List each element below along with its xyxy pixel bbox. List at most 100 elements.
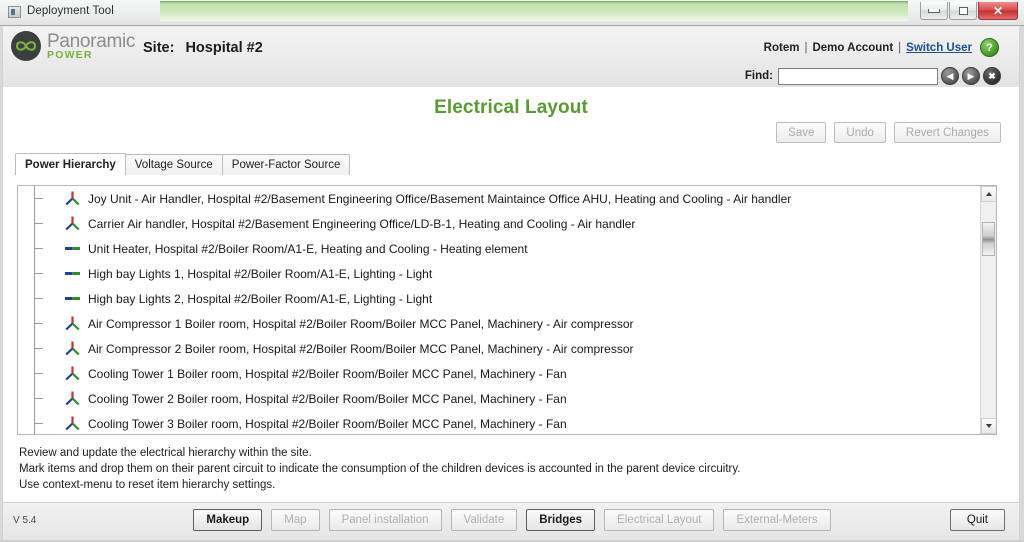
app-icon xyxy=(8,6,21,18)
table-row[interactable]: High bay Lights 2, Hospital #2/Boiler Ro… xyxy=(18,286,980,311)
table-row[interactable]: Unit Heater, Hospital #2/Boiler Room/A1-… xyxy=(18,236,980,261)
find-clear-icon[interactable]: ✖ xyxy=(983,67,1001,85)
three-phase-icon xyxy=(63,415,82,432)
row-label: High bay Lights 2, Hospital #2/Boiler Ro… xyxy=(88,291,433,306)
nav-button-external-meters[interactable]: External-Meters xyxy=(723,509,831,531)
row-label: Air Compressor 1 Boiler room, Hospital #… xyxy=(88,316,634,331)
tree-branch xyxy=(34,248,43,249)
tree-branch xyxy=(34,373,43,374)
tab-power-hierarchy[interactable]: Power Hierarchy xyxy=(15,153,126,175)
find-previous-icon[interactable]: ◀ xyxy=(941,67,959,85)
scroll-down-button[interactable] xyxy=(981,418,996,434)
three-phase-icon xyxy=(63,340,82,357)
table-row[interactable]: Carrier Air handler, Hospital #2/Basemen… xyxy=(18,211,980,236)
tab-power-factor-source[interactable]: Power-Factor Source xyxy=(221,154,351,175)
three-phase-icon xyxy=(63,215,82,232)
user-name: Rotem xyxy=(763,41,800,54)
three-phase-icon xyxy=(63,315,82,332)
bottom-toolbar: V 5.4 Makeup Map Panel installation Validat… xyxy=(2,502,1020,540)
three-phase-icon xyxy=(63,390,82,407)
row-label: Cooling Tower 1 Boiler room, Hospital #2… xyxy=(88,366,567,381)
table-row[interactable]: Air Compressor 2 Boiler room, Hospital #… xyxy=(18,336,980,361)
tree-branch xyxy=(34,398,43,399)
table-row[interactable]: Cooling Tower 3 Boiler room, Hospital #2… xyxy=(18,411,980,434)
tree-branch xyxy=(34,298,43,299)
table-row[interactable]: Air Compressor 1 Boiler room, Hospital #… xyxy=(18,311,980,336)
tree-branch xyxy=(34,323,43,324)
table-row[interactable]: Joy Unit - Air Handler, Hospital #2/Base… xyxy=(18,186,980,211)
app-header: Panoramic POWER Site: Hospital #2 Rotem … xyxy=(2,27,1020,87)
nav-button-bridges[interactable]: Bridges xyxy=(526,509,596,531)
undo-button[interactable]: Undo xyxy=(834,122,886,143)
tree-branch xyxy=(34,348,43,349)
minimize-button[interactable] xyxy=(920,2,948,20)
scroll-up-button[interactable] xyxy=(981,186,996,202)
navigation-buttons: Makeup Map Panel installation Validate Bridg… xyxy=(3,509,1021,531)
revert-changes-button[interactable]: Revert Changes xyxy=(893,122,1001,143)
page-content: Electrical Layout Save Undo Revert Chang… xyxy=(2,87,1020,502)
row-label: Carrier Air handler, Hospital #2/Basemen… xyxy=(88,216,636,231)
window-edge-left xyxy=(0,26,2,542)
nav-button-makeup[interactable]: Makeup xyxy=(193,509,263,531)
tab-bar: Power Hierarchy Voltage Source Power-Fac… xyxy=(15,153,351,175)
nav-button-map[interactable]: Map xyxy=(271,509,320,531)
tab-voltage-source[interactable]: Voltage Source xyxy=(124,154,223,175)
row-label: Cooling Tower 2 Boiler room, Hospital #2… xyxy=(88,391,567,406)
row-label: Air Compressor 2 Boiler room, Hospital #… xyxy=(88,341,634,356)
scrollbar-track[interactable] xyxy=(981,202,996,418)
nav-button-validate[interactable]: Validate xyxy=(450,509,518,531)
logo-brand-text: Panoramic xyxy=(47,30,136,52)
title-bar-green-strip xyxy=(160,1,908,21)
nav-button-electrical-layout[interactable]: Electrical Layout xyxy=(604,509,715,531)
row-label: Joy Unit - Air Handler, Hospital #2/Base… xyxy=(88,191,792,206)
application-window: Deployment Tool ✕ Panoramic POWER Site: … xyxy=(0,0,1024,542)
single-phase-icon xyxy=(63,265,82,282)
close-button[interactable]: ✕ xyxy=(978,2,1018,20)
nav-button-panel-installation[interactable]: Panel installation xyxy=(328,509,442,531)
window-title: Deployment Tool xyxy=(27,5,114,17)
minimize-icon xyxy=(928,8,940,13)
help-icon[interactable]: ? xyxy=(980,38,999,57)
scrollbar-thumb[interactable] xyxy=(982,222,995,256)
vertical-scrollbar[interactable] xyxy=(980,186,996,434)
help-line-2: Mark items and drop them on their parent… xyxy=(19,463,741,475)
table-row[interactable]: Cooling Tower 1 Boiler room, Hospital #2… xyxy=(18,361,980,386)
table-row[interactable]: Cooling Tower 2 Boiler room, Hospital #2… xyxy=(18,386,980,411)
find-next-icon[interactable]: ▶ xyxy=(962,67,980,85)
account-name: Demo Account xyxy=(812,41,894,54)
row-label: Unit Heater, Hospital #2/Boiler Room/A1-… xyxy=(88,241,528,256)
three-phase-icon xyxy=(63,190,82,207)
hierarchy-rows: Joy Unit - Air Handler, Hospital #2/Base… xyxy=(18,186,980,434)
chevron-down-icon xyxy=(986,424,992,428)
hierarchy-list[interactable]: Joy Unit - Air Handler, Hospital #2/Base… xyxy=(17,185,997,435)
brand-logo: Panoramic POWER xyxy=(11,31,135,61)
table-row[interactable]: High bay Lights 1, Hospital #2/Boiler Ro… xyxy=(18,261,980,286)
action-buttons: Save Undo Revert Changes xyxy=(776,122,1001,143)
find-input[interactable] xyxy=(778,67,938,85)
tree-branch xyxy=(34,273,43,274)
single-phase-icon xyxy=(63,240,82,257)
maximize-button[interactable] xyxy=(949,2,977,20)
separator-2: | xyxy=(898,41,902,54)
tree-branch xyxy=(34,423,43,424)
tree-branch xyxy=(34,223,43,224)
row-label: High bay Lights 1, Hospital #2/Boiler Ro… xyxy=(88,266,433,281)
window-controls: ✕ xyxy=(920,2,1018,22)
tree-branch xyxy=(34,198,43,199)
chevron-up-icon xyxy=(986,192,992,196)
window-edge-right xyxy=(1020,26,1024,542)
close-icon: ✕ xyxy=(992,3,1004,18)
single-phase-icon xyxy=(63,290,82,307)
site-indicator: Site: Hospital #2 xyxy=(143,40,263,56)
find-bar: Find: ◀ ▶ ✖ xyxy=(745,67,1001,85)
save-button[interactable]: Save xyxy=(776,122,827,143)
help-line-1: Review and update the electrical hierarc… xyxy=(19,447,312,459)
quit-button[interactable]: Quit xyxy=(949,509,1005,531)
row-label: Cooling Tower 3 Boiler room, Hospital #2… xyxy=(88,416,567,431)
site-value: Hospital #2 xyxy=(185,40,263,56)
window-title-bar: Deployment Tool ✕ xyxy=(0,0,1024,26)
separator-1: | xyxy=(804,41,808,54)
page-title: Electrical Layout xyxy=(434,97,588,118)
switch-user-link[interactable]: Switch User xyxy=(906,42,972,54)
maximize-icon xyxy=(958,6,968,15)
